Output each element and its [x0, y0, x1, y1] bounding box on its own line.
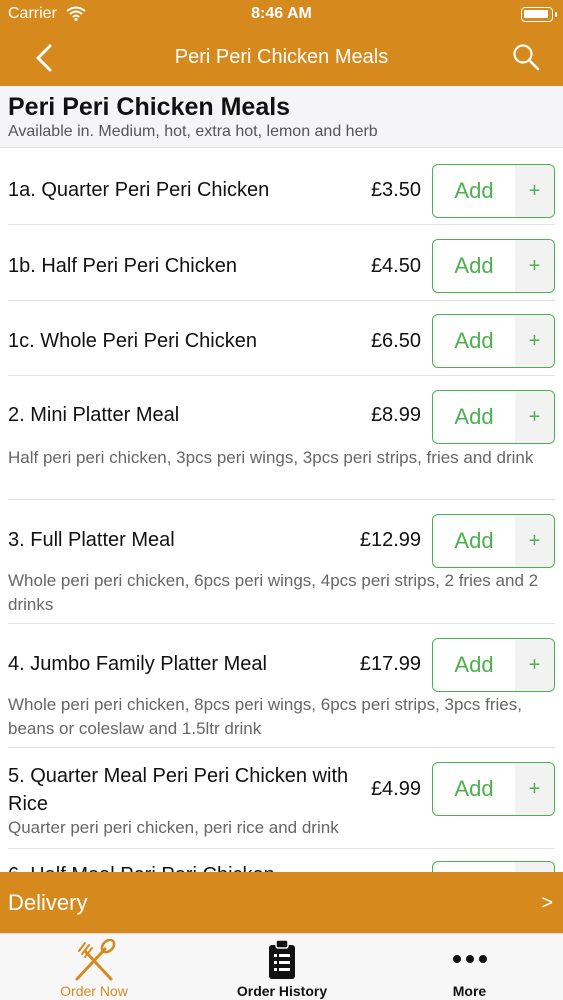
tab-label: More [452, 983, 487, 999]
chevron-right-icon: > [541, 892, 553, 914]
add-button-label: Add [454, 776, 494, 801]
tab-order-history[interactable]: Order History [188, 934, 376, 1000]
item-price: £12.99 [359, 529, 421, 551]
tab-more[interactable]: More [376, 934, 563, 1000]
menu-item: 5. Quarter Meal Peri Peri Chicken with R… [8, 748, 555, 849]
back-chevron-icon[interactable] [30, 40, 62, 76]
item-name: 6. Half Meal Peri Peri Chicken [8, 861, 353, 872]
nav-title: Peri Peri Chicken Meals [174, 46, 389, 68]
add-button-label: Add [454, 652, 494, 677]
status-bar: Carrier 8:46 AM [0, 0, 563, 30]
delivery-bar[interactable]: Delivery > [0, 872, 563, 933]
add-button-label: Add [454, 528, 494, 553]
menu-list[interactable]: 1a. Quarter Peri Peri Chicken £3.50 Add … [0, 149, 563, 872]
plus-icon: + [515, 391, 554, 443]
item-description: Whole peri peri chicken, 8pcs peri wings… [8, 695, 522, 738]
item-description: Half peri peri chicken, 3pcs peri wings,… [8, 448, 534, 467]
menu-item: 3. Full Platter Meal £12.99 Add + Whole … [8, 500, 555, 624]
tab-bar: Order Now Order History More [0, 933, 563, 1000]
menu-item: 6. Half Meal Peri Peri Chicken Add + [8, 849, 555, 872]
item-name: 5. Quarter Meal Peri Peri Chicken with R… [8, 765, 349, 815]
tab-order-now[interactable]: Order Now [0, 934, 188, 1000]
item-name: 4. Jumbo Family Platter Meal [8, 653, 267, 675]
tab-label: Order Now [60, 983, 128, 999]
item-price: £3.50 [370, 179, 421, 201]
item-price: £4.50 [370, 255, 421, 277]
plus-icon: + [515, 165, 554, 217]
plus-icon: + [515, 515, 554, 567]
add-button[interactable]: Add + [432, 638, 555, 692]
menu-item: 2. Mini Platter Meal £8.99 Add + Half pe… [8, 376, 555, 500]
search-icon[interactable] [511, 42, 541, 72]
plus-icon: + [515, 763, 554, 815]
add-button[interactable]: Add + [432, 164, 555, 218]
plus-icon: + [515, 315, 554, 367]
add-button-label: Add [433, 862, 515, 872]
delivery-label: Delivery [8, 890, 88, 915]
plus-icon: + [515, 862, 554, 872]
clipboard-icon [269, 939, 295, 979]
item-price: £17.99 [359, 653, 421, 675]
item-name: 1a. Quarter Peri Peri Chicken [8, 179, 270, 201]
menu-item: 1b. Half Peri Peri Chicken £4.50 Add + [8, 225, 555, 301]
fork-spoon-icon [75, 939, 116, 981]
add-button-label: Add [454, 328, 494, 353]
item-name: 1c. Whole Peri Peri Chicken [8, 330, 257, 352]
status-time: 8:46 AM [251, 5, 312, 22]
item-price: £4.99 [370, 778, 421, 800]
plus-icon: + [515, 639, 554, 691]
item-name: 1b. Half Peri Peri Chicken [8, 255, 237, 277]
item-name: 3. Full Platter Meal [8, 529, 175, 551]
add-button-label: Add [454, 404, 494, 429]
item-description: Quarter peri peri chicken, peri rice and… [8, 818, 339, 837]
more-icon [452, 955, 487, 963]
add-button[interactable]: Add + [432, 861, 555, 872]
item-description: Whole peri peri chicken, 6pcs peri wings… [8, 571, 539, 614]
add-button-label: Add [454, 253, 494, 278]
item-name: 2. Mini Platter Meal [8, 404, 180, 426]
add-button[interactable]: Add + [432, 514, 555, 568]
menu-item: 4. Jumbo Family Platter Meal £17.99 Add … [8, 624, 555, 748]
tab-label: Order History [236, 983, 328, 999]
category-title: Peri Peri Chicken Meals [8, 93, 291, 121]
add-button[interactable]: Add + [432, 314, 555, 368]
add-button-label: Add [454, 178, 494, 203]
add-button[interactable]: Add + [432, 762, 555, 816]
item-price: £6.50 [370, 330, 421, 352]
menu-item: 1c. Whole Peri Peri Chicken £6.50 Add + [8, 301, 555, 376]
battery-icon [521, 7, 557, 22]
menu-item: 1a. Quarter Peri Peri Chicken £3.50 Add … [8, 149, 555, 225]
navigation-bar: Peri Peri Chicken Meals [0, 30, 563, 86]
item-price: £8.99 [370, 404, 421, 426]
add-button[interactable]: Add + [432, 239, 555, 293]
add-button[interactable]: Add + [432, 390, 555, 444]
category-subtitle: Available in. Medium, hot, extra hot, le… [8, 123, 378, 140]
plus-icon: + [515, 240, 554, 292]
category-header: Peri Peri Chicken Meals Available in. Me… [0, 86, 563, 148]
